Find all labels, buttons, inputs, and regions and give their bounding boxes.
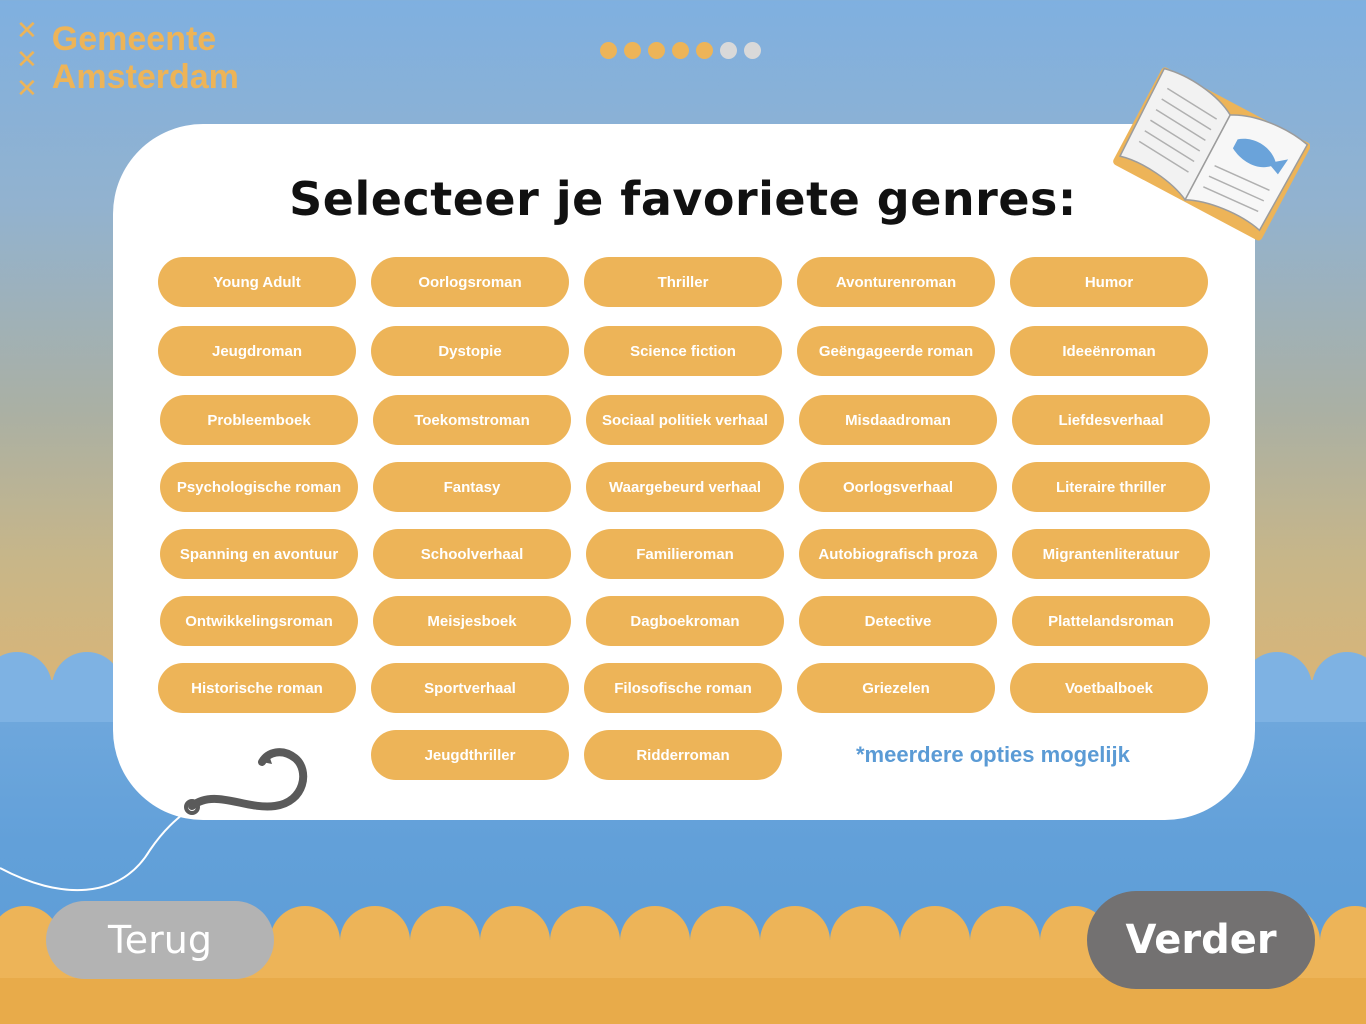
gemeente-amsterdam-logo: ✕ ✕ ✕ Gemeente Amsterdam	[16, 18, 239, 103]
andreas-crosses-icon: ✕ ✕ ✕	[16, 16, 38, 104]
genre-option[interactable]: Filosofische roman	[584, 663, 782, 713]
genre-option[interactable]: Dystopie	[371, 326, 569, 376]
progress-dot	[720, 42, 737, 59]
progress-dot	[672, 42, 689, 59]
logo-line-1: Gemeente	[51, 20, 217, 58]
next-button[interactable]: Verder	[1087, 891, 1315, 989]
genre-option[interactable]: Familieroman	[586, 529, 784, 579]
progress-dot	[600, 42, 617, 59]
progress-dot	[624, 42, 641, 59]
genre-option[interactable]: Misdaadroman	[799, 395, 997, 445]
genre-option[interactable]: Schoolverhaal	[373, 529, 571, 579]
fishing-hook-icon	[0, 748, 308, 892]
genre-option[interactable]: Ontwikkelingsroman	[160, 596, 358, 646]
genre-option[interactable]: Voetbalboek	[1010, 663, 1208, 713]
genre-option[interactable]: Science fiction	[584, 326, 782, 376]
page-title: Selecteer je favoriete genres:	[289, 172, 1077, 226]
genre-option[interactable]: Jeugdthriller	[371, 730, 569, 780]
genre-option[interactable]: Historische roman	[158, 663, 356, 713]
genre-option[interactable]: Oorlogsroman	[371, 257, 569, 307]
genre-option[interactable]: Young Adult	[158, 257, 356, 307]
genre-option[interactable]: Griezelen	[797, 663, 995, 713]
genre-option[interactable]: Dagboekroman	[586, 596, 784, 646]
genre-option[interactable]: Ideeënroman	[1010, 326, 1208, 376]
genre-option[interactable]: Avonturenroman	[797, 257, 995, 307]
genre-option[interactable]: Probleemboek	[160, 395, 358, 445]
progress-indicator	[600, 42, 761, 59]
genre-option[interactable]: Humor	[1010, 257, 1208, 307]
genre-option[interactable]: Autobiografisch proza	[799, 529, 997, 579]
genre-option[interactable]: Fantasy	[373, 462, 571, 512]
genre-option[interactable]: Spanning en avontuur	[160, 529, 358, 579]
logo-line-2: Amsterdam	[51, 58, 239, 96]
wave-shape	[52, 652, 122, 722]
genre-option[interactable]: Toekomstroman	[373, 395, 571, 445]
genre-option[interactable]: Jeugdroman	[158, 326, 356, 376]
genre-option[interactable]: Plattelandsroman	[1012, 596, 1210, 646]
genre-option[interactable]: Thriller	[584, 257, 782, 307]
genre-option[interactable]: Waargebeurd verhaal	[586, 462, 784, 512]
genre-option[interactable]: Liefdesverhaal	[1012, 395, 1210, 445]
genre-option[interactable]: Ridderroman	[584, 730, 782, 780]
genre-option[interactable]: Detective	[799, 596, 997, 646]
back-button[interactable]: Terug	[46, 901, 274, 979]
progress-dot	[648, 42, 665, 59]
genre-option[interactable]: Oorlogsverhaal	[799, 462, 997, 512]
wave-shape	[1312, 652, 1366, 722]
multiple-options-note: *meerdere opties mogelijk	[856, 742, 1130, 767]
genre-option[interactable]: Sociaal politiek verhaal	[586, 395, 784, 445]
genre-option[interactable]: Geëngageerde roman	[797, 326, 995, 376]
genre-option[interactable]: Psychologische roman	[160, 462, 358, 512]
genre-option[interactable]: Sportverhaal	[371, 663, 569, 713]
progress-dot	[744, 42, 761, 59]
genre-option[interactable]: Literaire thriller	[1012, 462, 1210, 512]
genre-option[interactable]: Meisjesboek	[373, 596, 571, 646]
genre-option[interactable]: Migrantenliteratuur	[1012, 529, 1210, 579]
progress-dot	[696, 42, 713, 59]
wave-shape	[0, 652, 52, 722]
